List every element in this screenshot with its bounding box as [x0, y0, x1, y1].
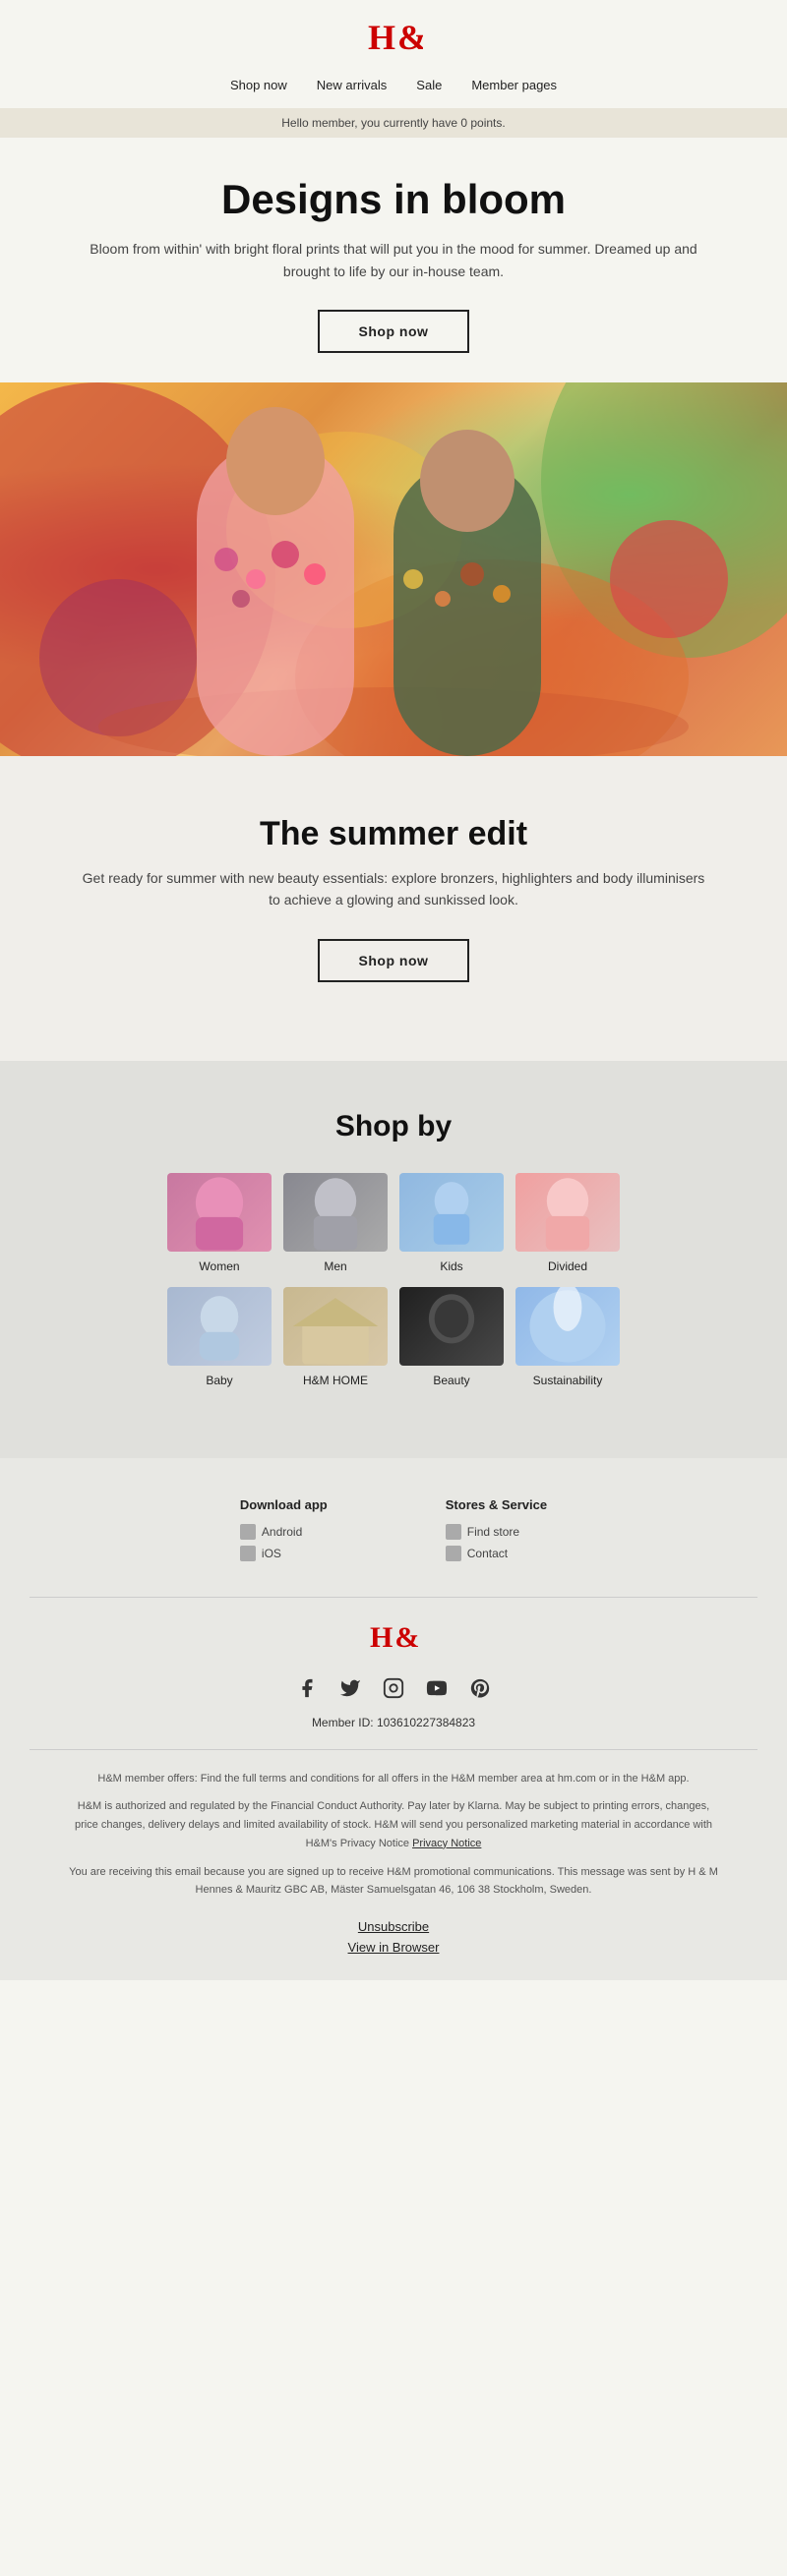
category-label-women: Women: [199, 1259, 239, 1273]
nav-item-shop-now[interactable]: Shop now: [230, 78, 287, 92]
summer-shop-now-button[interactable]: Shop now: [318, 939, 470, 982]
nav-item-member-pages[interactable]: Member pages: [471, 78, 557, 92]
category-image-baby: [167, 1287, 272, 1366]
category-item-divided[interactable]: Divided: [515, 1173, 620, 1275]
privacy-notice-link[interactable]: Privacy Notice: [412, 1838, 481, 1849]
view-in-browser-link[interactable]: View in Browser: [30, 1940, 757, 1955]
member-bar-text: Hello member, you currently have 0 point…: [281, 116, 505, 130]
footer: Download app Android iOS Stores & Servic…: [0, 1458, 787, 1980]
category-image-women: [167, 1173, 272, 1252]
category-label-beauty: Beauty: [433, 1374, 469, 1387]
category-label-divided: Divided: [548, 1259, 587, 1273]
contact-icon: [446, 1546, 461, 1561]
footer-download-title: Download app: [240, 1497, 328, 1512]
footer-android-link[interactable]: Android: [240, 1524, 328, 1540]
category-image-kids: [399, 1173, 504, 1252]
nav-item-sale[interactable]: Sale: [416, 78, 442, 92]
hero-section: Designs in bloom Bloom from within' with…: [0, 138, 787, 382]
hero-subtitle: Bloom from within' with bright floral pr…: [79, 238, 708, 282]
twitter-icon[interactable]: [338, 1676, 362, 1700]
footer-ios-link[interactable]: iOS: [240, 1546, 328, 1561]
category-label-home: H&M HOME: [303, 1374, 368, 1387]
category-image-divided: [515, 1173, 620, 1252]
shop-by-section: Shop by Women Men Kids Divided: [0, 1061, 787, 1458]
find-store-icon: [446, 1524, 461, 1540]
hero-image-inner: [0, 382, 787, 756]
summer-subtitle: Get ready for summer with new beauty ess…: [79, 867, 708, 911]
category-label-sustainability: Sustainability: [533, 1374, 603, 1387]
footer-center: H&M Member ID: 1036102: [30, 1617, 757, 1729]
android-icon: [240, 1524, 256, 1540]
footer-android-label: Android: [262, 1525, 302, 1539]
footer-top: Download app Android iOS Stores & Servic…: [30, 1497, 757, 1567]
svg-text:H&M: H&M: [370, 1621, 418, 1653]
footer-stores-service: Stores & Service Find store Contact: [446, 1497, 547, 1567]
category-label-kids: Kids: [440, 1259, 462, 1273]
category-image-home: [283, 1287, 388, 1366]
category-item-sustainability[interactable]: Sustainability: [515, 1287, 620, 1389]
instagram-icon[interactable]: [382, 1676, 405, 1700]
footer-stores-title: Stores & Service: [446, 1497, 547, 1512]
footer-divider-1: [30, 1597, 757, 1598]
nav-item-new-arrivals[interactable]: New arrivals: [317, 78, 388, 92]
svg-text:H&M: H&M: [368, 18, 423, 55]
footer-divider-2: [30, 1749, 757, 1750]
footer-legal-2: H&M is authorized and regulated by the F…: [69, 1797, 718, 1852]
footer-hm-logo: H&M: [30, 1617, 757, 1661]
shop-by-title: Shop by: [30, 1110, 757, 1143]
hm-logo[interactable]: H&M: [364, 16, 423, 60]
category-label-baby: Baby: [206, 1374, 232, 1387]
category-item-baby[interactable]: Baby: [167, 1287, 272, 1389]
ios-icon: [240, 1546, 256, 1561]
member-id: Member ID: 103610227384823: [30, 1716, 757, 1729]
category-item-home[interactable]: H&M HOME: [283, 1287, 388, 1389]
summer-title: The summer edit: [79, 815, 708, 853]
category-item-beauty[interactable]: Beauty: [399, 1287, 504, 1389]
youtube-icon[interactable]: [425, 1676, 449, 1700]
category-item-men[interactable]: Men: [283, 1173, 388, 1275]
category-image-sustainability: [515, 1287, 620, 1366]
category-item-kids[interactable]: Kids: [399, 1173, 504, 1275]
pinterest-icon[interactable]: [468, 1676, 492, 1700]
hero-title: Designs in bloom: [79, 177, 708, 222]
footer-download-app: Download app Android iOS: [240, 1497, 328, 1567]
footer-legal-1: H&M member offers: Find the full terms a…: [69, 1770, 718, 1788]
footer-find-store-label: Find store: [467, 1525, 519, 1539]
main-nav: Shop now New arrivals Sale Member pages: [0, 70, 787, 100]
summer-section: The summer edit Get ready for summer wit…: [0, 756, 787, 1061]
category-item-women[interactable]: Women: [167, 1173, 272, 1275]
category-grid: Women Men Kids Divided Baby: [167, 1173, 620, 1389]
social-icons: [30, 1676, 757, 1700]
hero-shop-now-button[interactable]: Shop now: [318, 310, 470, 353]
footer-ios-label: iOS: [262, 1547, 281, 1560]
category-image-men: [283, 1173, 388, 1252]
category-image-beauty: [399, 1287, 504, 1366]
footer-contact-label: Contact: [467, 1547, 508, 1560]
category-label-men: Men: [324, 1259, 346, 1273]
footer-legal-3: You are receiving this email because you…: [69, 1863, 718, 1900]
unsubscribe-link[interactable]: Unsubscribe: [30, 1919, 757, 1934]
footer-legal: H&M member offers: Find the full terms a…: [30, 1770, 757, 1900]
footer-find-store-link[interactable]: Find store: [446, 1524, 547, 1540]
facebook-icon[interactable]: [295, 1676, 319, 1700]
header: H&M Shop now New arrivals Sale Member pa…: [0, 0, 787, 108]
hero-image: [0, 382, 787, 756]
footer-actions: Unsubscribe View in Browser: [30, 1919, 757, 1955]
footer-contact-link[interactable]: Contact: [446, 1546, 547, 1561]
member-bar: Hello member, you currently have 0 point…: [0, 108, 787, 138]
